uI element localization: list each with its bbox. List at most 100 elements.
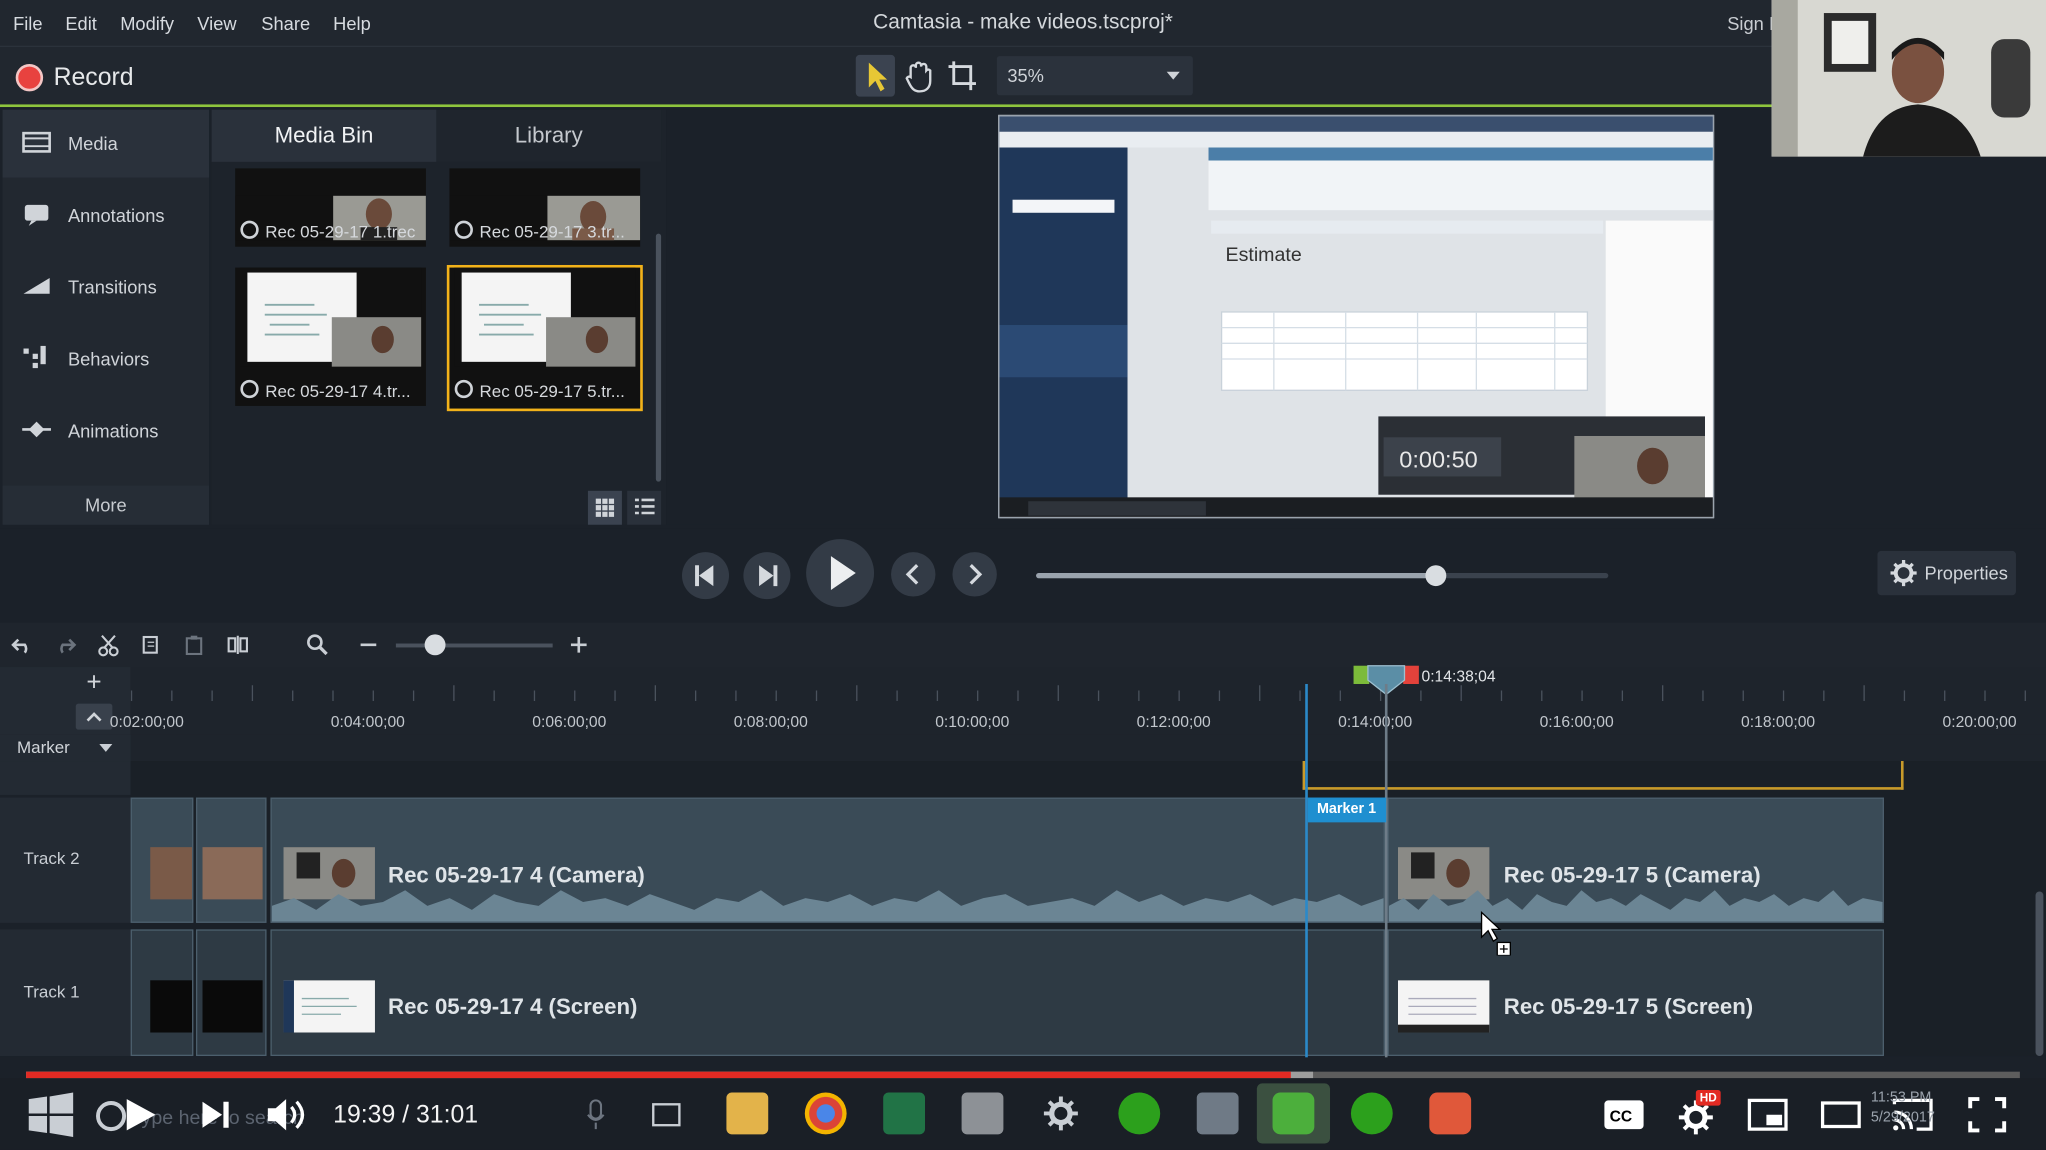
timeline-clip-screen-4[interactable]: Rec 05-29-17 4 (Screen) (270, 929, 1385, 1057)
collapse-button[interactable] (75, 703, 113, 730)
system-clock: 11:53 PM 5/29/2017 (1871, 1089, 1935, 1128)
split-icon[interactable] (226, 633, 250, 656)
select-tool-button[interactable] (855, 54, 895, 97)
snagit-icon[interactable] (1429, 1092, 1472, 1135)
cut-icon[interactable] (97, 633, 121, 657)
track-1-header[interactable]: Track 1 (0, 929, 131, 1057)
tools-sidebar: Media Annotations Transitions Behaviors … (2, 109, 210, 525)
record-icon[interactable] (15, 63, 44, 92)
camtasia-icon (1272, 1092, 1315, 1135)
camtasia-taskbar-active[interactable] (1256, 1083, 1331, 1144)
properties-label: Properties (1924, 562, 2008, 584)
media-item[interactable]: Rec 05-29-17 1.trec (235, 168, 426, 247)
captions-icon[interactable]: CC (1603, 1099, 1645, 1130)
next-frame-button[interactable] (743, 552, 791, 600)
ruler-tick-label: 0:06:00;00 (532, 712, 607, 731)
marker-line (1305, 683, 1308, 1058)
zoom-out-icon[interactable] (357, 633, 381, 656)
timeline-clip-camera-5[interactable]: Rec 05-29-17 5 (Camera) (1387, 797, 1884, 923)
sidebar-item-behaviors[interactable]: Behaviors (3, 325, 209, 393)
timeline-clip-screen-5[interactable]: Rec 05-29-17 5 (Screen) (1387, 929, 1884, 1057)
quickbooks-icon[interactable] (1118, 1092, 1161, 1135)
timeline-clip[interactable] (130, 797, 194, 923)
zoom-in-icon[interactable] (567, 633, 591, 656)
app-icon[interactable] (1196, 1092, 1239, 1135)
copy-icon[interactable] (140, 633, 164, 656)
previous-frame-button[interactable] (681, 552, 730, 600)
ruler-tick-label: 0:02:00;00 (109, 712, 184, 731)
sidebar-item-annotations[interactable]: Annotations (3, 181, 209, 249)
sidebar-item-transitions[interactable]: Transitions (3, 253, 209, 321)
ruler-tick-label: 0:12:00;00 (1136, 712, 1211, 731)
next-clip-button[interactable] (952, 552, 997, 597)
marker-header[interactable]: Marker (0, 734, 131, 762)
next-video-icon[interactable] (196, 1095, 235, 1134)
media-item-selected[interactable]: Rec 05-29-17 5.tr... (446, 264, 643, 412)
ruler-tick-label: 0:08:00;00 (733, 712, 808, 731)
transition-icon (23, 278, 50, 294)
paste-icon[interactable] (183, 633, 207, 656)
timeline-clip[interactable] (130, 929, 194, 1057)
add-track-button[interactable]: + (80, 670, 109, 696)
media-item[interactable]: Rec 05-29-17 4.tr... (235, 267, 426, 406)
bin-scrollbar[interactable] (655, 233, 662, 482)
sign-in-link[interactable]: Sign I (1727, 13, 1774, 34)
player-bottom-bar: Type here to search 19:39 / 31:01 CC HD … (0, 1078, 2046, 1150)
windows-start-icon[interactable] (26, 1089, 78, 1141)
timeline-ruler[interactable]: 0:02:00;00 0:04:00;00 0:06:00;00 0:08:00;00… (110, 667, 2046, 735)
sidebar-item-media[interactable]: Media (2, 109, 210, 178)
crop-tool-button[interactable] (942, 55, 981, 97)
record-button[interactable]: Record (54, 64, 134, 93)
volume-icon[interactable] (264, 1095, 311, 1134)
more-button[interactable]: More (2, 485, 210, 525)
task-view-icon[interactable] (648, 1100, 685, 1131)
playback-scrubber[interactable] (1036, 565, 1609, 587)
pan-tool-button[interactable] (899, 55, 938, 97)
tab-library[interactable]: Library (436, 109, 662, 162)
timeline-zoom-slider[interactable] (395, 643, 553, 648)
play-button[interactable] (806, 539, 875, 607)
play-icon[interactable] (119, 1094, 161, 1136)
miniplayer-icon[interactable] (1747, 1098, 1789, 1132)
preview-canvas[interactable]: Estimate 0:00:50 (998, 114, 1715, 519)
grid-view-button[interactable] (587, 490, 622, 525)
fullscreen-icon[interactable] (1968, 1096, 2007, 1133)
sidebar-item-animations[interactable]: Animations (3, 397, 209, 465)
scrubber-handle[interactable] (1425, 565, 1447, 587)
timeline-zoom-handle[interactable] (424, 634, 446, 656)
app-icon[interactable] (961, 1092, 1004, 1135)
hand-icon (905, 61, 932, 93)
zoom-value: 35% (1007, 65, 1044, 87)
clip-title: Rec 05-29-17 4 (Screen) (388, 994, 638, 1020)
timeline-clip[interactable] (195, 797, 267, 923)
quickbooks-icon[interactable] (1350, 1092, 1393, 1135)
zoom-dropdown[interactable]: 35% (996, 56, 1193, 96)
list-view-button[interactable] (627, 490, 662, 525)
timeline-clip-camera-4[interactable]: Rec 05-29-17 4 (Camera) (270, 797, 1385, 923)
clip-thumbnail (283, 980, 375, 1033)
timeline-marker[interactable]: Marker 1 (1307, 797, 1387, 823)
media-thumbnail (454, 267, 636, 367)
list-icon (634, 498, 655, 515)
settings-gear-icon[interactable] (1040, 1093, 1082, 1135)
undo-icon[interactable] (10, 633, 34, 656)
group-track-header (0, 761, 131, 795)
chrome-icon[interactable] (804, 1092, 847, 1135)
timeline-vertical-scrollbar[interactable] (2035, 891, 2044, 1057)
excel-icon[interactable] (883, 1092, 926, 1135)
track-2-header[interactable]: Track 2 (0, 797, 131, 923)
redo-icon[interactable] (54, 633, 78, 656)
media-item-label: Rec 05-29-17 3.tr... (455, 221, 624, 242)
clip-thumbnail (150, 980, 193, 1033)
search-icon[interactable] (306, 633, 330, 656)
video-time: 19:39 / 31:01 (333, 1101, 479, 1130)
theater-mode-icon[interactable] (1820, 1098, 1862, 1132)
properties-button[interactable]: Properties (1877, 550, 2016, 596)
marker-track: Marker (0, 734, 2046, 762)
media-item[interactable]: Rec 05-29-17 3.tr... (449, 168, 641, 247)
timeline-clip[interactable] (195, 929, 267, 1057)
sidebar-item-label: Media (67, 133, 118, 155)
previous-clip-button[interactable] (891, 552, 936, 597)
file-explorer-icon[interactable] (726, 1092, 769, 1135)
tab-media-bin[interactable]: Media Bin (211, 109, 437, 162)
